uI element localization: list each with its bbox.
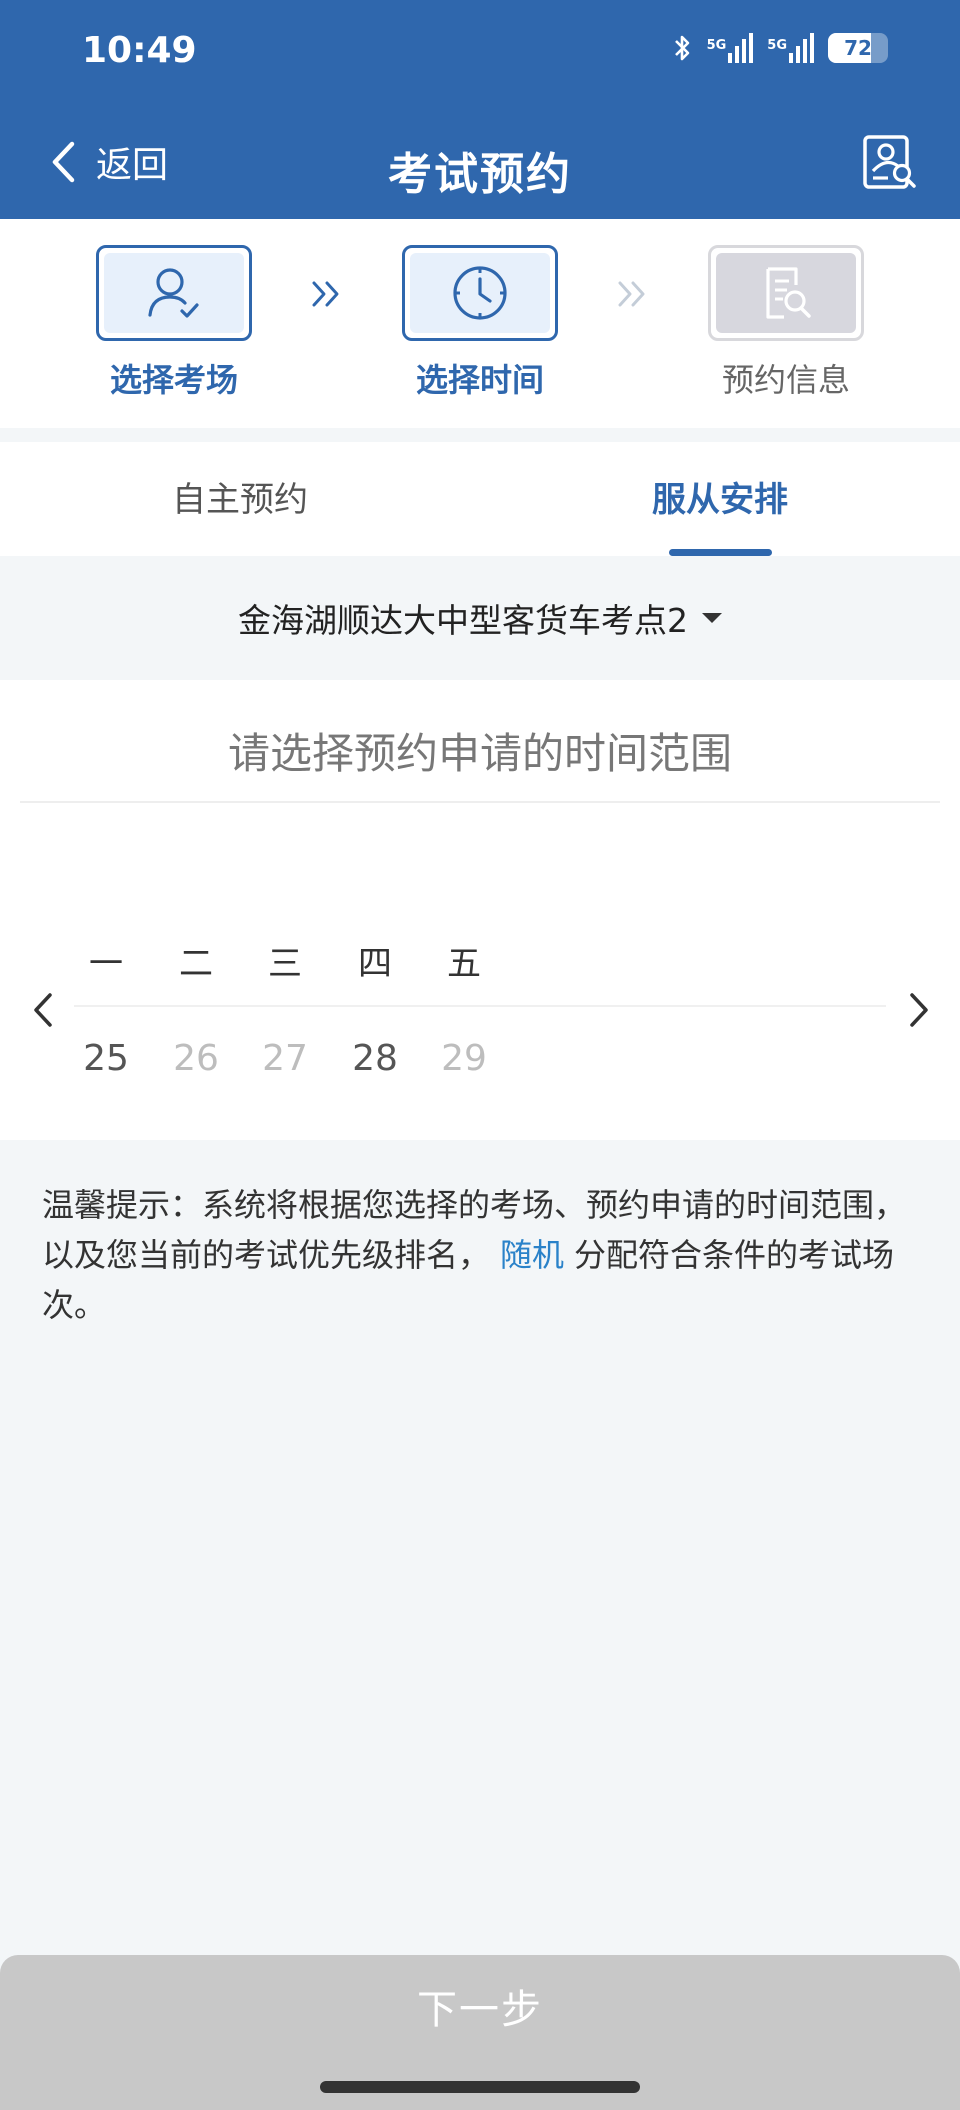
date-range-picker: 请选择预约申请的时间范围 一 二 三 四 五 25 26 27 28 29 — [0, 680, 960, 1140]
tab-accept-arrangement[interactable]: 服从安排 — [480, 442, 960, 556]
step-label: 选择考场 — [109, 361, 238, 399]
status-time: 10:49 — [82, 30, 197, 71]
progress-steps: 选择考场 选择时间 预约信息 — [0, 219, 960, 428]
step-select-venue: 选择考场 — [96, 245, 252, 401]
bottom-bar: 下一步 — [0, 1955, 960, 2110]
cellular-signal-1: 5G — [707, 33, 754, 63]
battery-level: 72 — [844, 36, 872, 60]
step-label: 预约信息 — [721, 361, 850, 399]
calendar-day[interactable]: 29 — [434, 1038, 494, 1079]
step-select-time: 选择时间 — [402, 245, 558, 401]
divider — [74, 1005, 886, 1007]
bluetooth-icon — [674, 35, 689, 61]
calendar-day[interactable]: 27 — [255, 1038, 315, 1079]
calendar-day[interactable]: 25 — [76, 1038, 136, 1079]
weekday-label: 二 — [179, 944, 213, 984]
caret-down-icon — [702, 613, 722, 623]
cellular-signal-2: 5G — [767, 33, 814, 63]
network-type-label: 5G — [767, 38, 787, 53]
user-check-icon — [148, 268, 199, 318]
battery-icon: 72 — [828, 33, 888, 63]
booking-mode-tabs: 自主预约 服从安排 — [0, 442, 960, 556]
tab-self-booking[interactable]: 自主预约 — [0, 442, 480, 556]
weekday-label: 一 — [89, 944, 123, 984]
status-icons: 5G 5G 72 — [673, 32, 888, 64]
double-chevron-right-icon — [618, 281, 645, 307]
date-range-hint: 请选择预约申请的时间范围 — [227, 729, 732, 778]
document-search-icon — [766, 267, 811, 319]
double-chevron-right-icon — [312, 281, 339, 307]
profile-search-icon[interactable] — [862, 134, 918, 192]
step-label: 选择时间 — [415, 361, 544, 399]
venue-name: 金海湖顺达大中型客货车考点2 — [238, 601, 688, 640]
page-title: 考试预约 — [388, 149, 572, 200]
network-type-label: 5G — [706, 38, 727, 53]
venue-dropdown[interactable]: 金海湖顺达大中型客货车考点2 — [0, 556, 960, 680]
next-step-button[interactable]: 下一步 — [0, 1955, 960, 2065]
notice-highlight: 随机 — [500, 1236, 565, 1274]
active-tab-indicator — [669, 549, 772, 556]
chevron-left-icon[interactable] — [28, 990, 58, 1030]
signal-bars-icon — [728, 33, 754, 63]
signal-bars-icon — [789, 33, 814, 63]
divider — [20, 801, 940, 803]
step-appointment-info: 预约信息 — [708, 245, 864, 401]
calendar-day[interactable]: 26 — [166, 1038, 226, 1079]
notice-text: 温馨提示：系统将根据您选择的考场、预约申请的时间范围，以及您当前的考试优先级排名… — [42, 1180, 922, 1330]
weekday-label: 四 — [358, 944, 392, 984]
chevron-right-icon[interactable] — [904, 990, 934, 1030]
app-header: 10:49 5G 5G 72 返回 考试预约 — [0, 0, 960, 219]
weekday-label: 五 — [447, 944, 481, 984]
weekday-label: 三 — [268, 944, 302, 984]
clock-icon — [453, 266, 507, 320]
calendar-day[interactable]: 28 — [345, 1038, 405, 1079]
home-indicator — [320, 2081, 640, 2093]
